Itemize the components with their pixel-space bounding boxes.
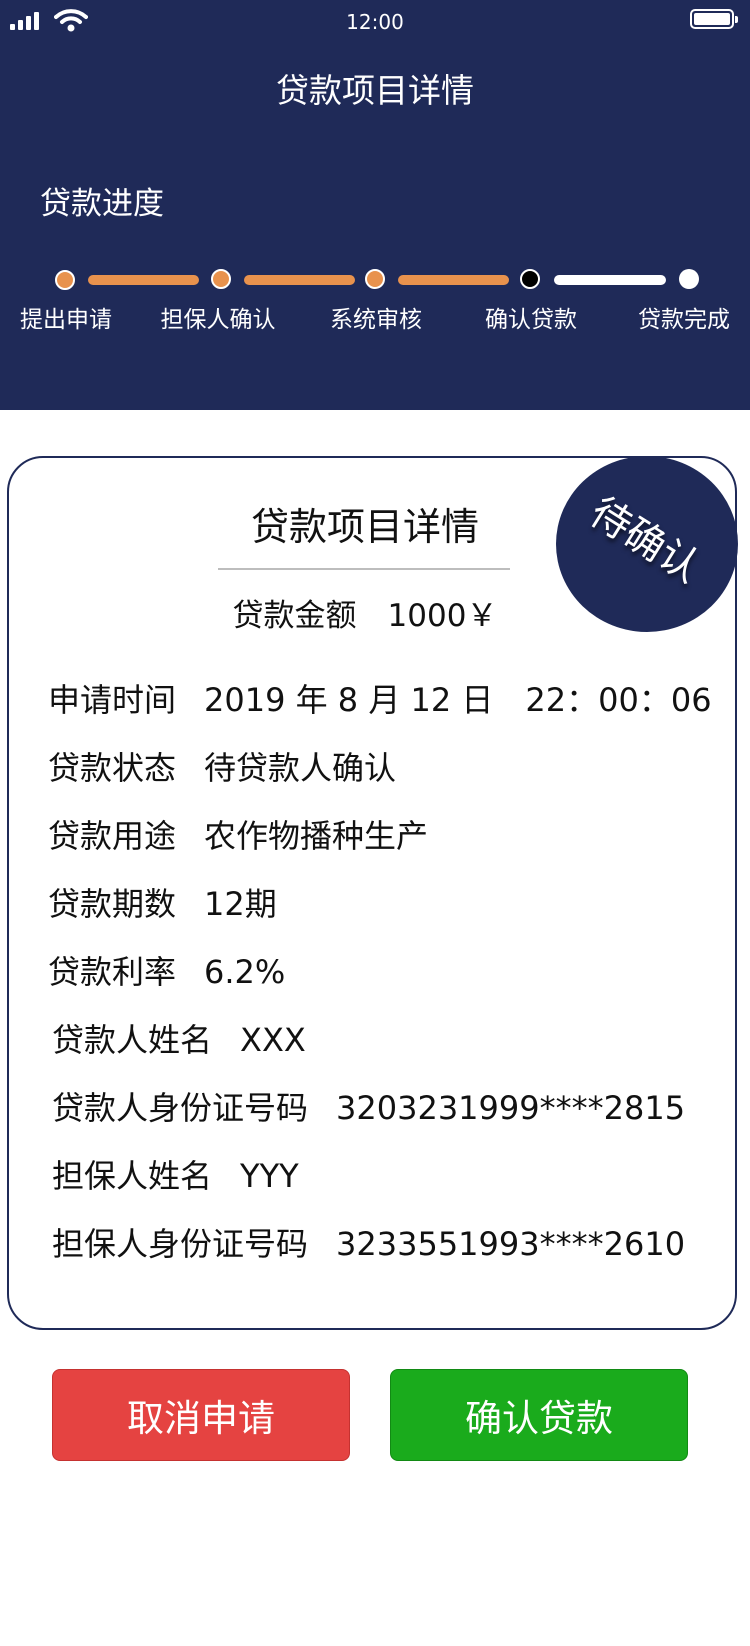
loan-amount: 贷款金额 1000￥ (232, 598, 498, 634)
detail-label: 贷款用途 (48, 817, 177, 855)
detail-label: 贷款状态 (48, 749, 177, 787)
progress-segment (88, 275, 199, 285)
detail-row-apply-time: 申请时间 2019 年 8 月 12 日 22：00：06 (48, 675, 712, 721)
detail-label: 申请时间 (48, 681, 177, 719)
detail-row-rate: 贷款利率 6.2% (48, 947, 285, 993)
detail-value: 2019 年 8 月 12 日 22：00：06 (204, 681, 712, 719)
step-dot-submit (55, 270, 75, 290)
detail-row-borrower-name: 贷款人姓名 XXX (52, 1015, 306, 1061)
detail-label: 贷款期数 (48, 885, 177, 923)
step-label-review: 系统审核 (330, 307, 422, 333)
step-dot-complete (679, 269, 699, 289)
detail-row-status: 贷款状态 待贷款人确认 (48, 743, 396, 789)
card-title: 贷款项目详情 (250, 505, 479, 549)
step-label-submit: 提出申请 (20, 307, 112, 333)
detail-value: 3203231999****2815 (336, 1089, 686, 1127)
step-label-guarantor: 担保人确认 (160, 307, 276, 333)
header: 12:00 贷款项目详情 贷款进度 提出申请 担保人确认 系统审核 确认贷款 贷… (0, 0, 750, 410)
detail-row-guarantor-id: 担保人身份证号码 3233551993****2610 (52, 1219, 685, 1265)
detail-value: XXX (240, 1021, 306, 1059)
detail-row-guarantor-name: 担保人姓名 YYY (52, 1151, 299, 1197)
progress-segment (244, 275, 355, 285)
status-time: 12:00 (346, 10, 404, 34)
progress-segment (398, 275, 509, 285)
confirm-loan-button[interactable]: 确认贷款 (390, 1369, 688, 1461)
detail-value: 12期 (204, 885, 277, 923)
step-dot-confirm (520, 269, 540, 289)
detail-value: YYY (240, 1157, 299, 1195)
detail-value: 待贷款人确认 (204, 749, 397, 787)
detail-row-borrower-id: 贷款人身份证号码 3203231999****2815 (52, 1083, 685, 1129)
status-bar: 12:00 (0, 0, 750, 40)
step-label-confirm: 确认贷款 (485, 307, 577, 333)
detail-label: 担保人身份证号码 (52, 1225, 309, 1263)
step-label-complete: 贷款完成 (638, 307, 730, 333)
step-dot-guarantor (211, 269, 231, 289)
page-title: 贷款项目详情 (276, 71, 474, 110)
detail-value: 农作物播种生产 (204, 817, 429, 855)
title-divider (218, 568, 510, 570)
battery-icon (690, 9, 738, 29)
progress-heading: 贷款进度 (40, 186, 164, 222)
cancel-application-button[interactable]: 取消申请 (52, 1369, 350, 1461)
detail-row-term: 贷款期数 12期 (48, 879, 277, 925)
detail-label: 贷款人身份证号码 (52, 1089, 309, 1127)
detail-label: 贷款利率 (48, 953, 177, 991)
detail-label: 担保人姓名 (52, 1157, 213, 1195)
progress-segment (554, 275, 666, 285)
detail-label: 贷款人姓名 (52, 1021, 213, 1059)
detail-row-purpose: 贷款用途 农作物播种生产 (48, 811, 428, 857)
detail-value: 3233551993****2610 (336, 1225, 686, 1263)
detail-value: 6.2% (204, 953, 286, 991)
step-dot-review (365, 269, 385, 289)
